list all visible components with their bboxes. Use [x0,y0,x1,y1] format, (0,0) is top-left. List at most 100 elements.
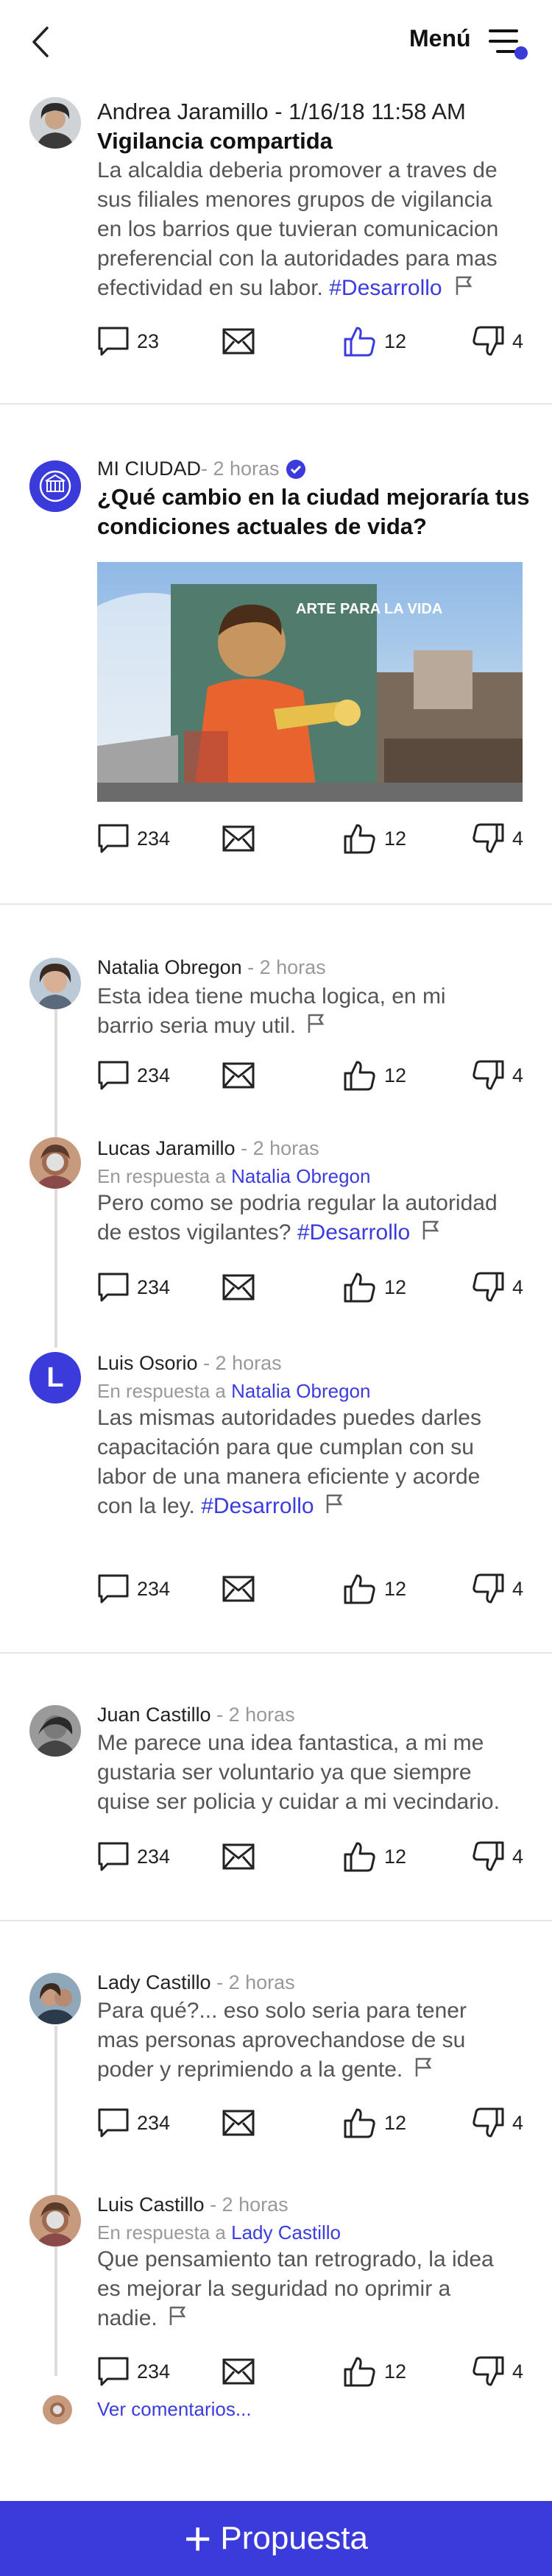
flag-icon[interactable] [325,1492,345,1515]
body-line: preferencial con la autoridades para mas [97,246,498,271]
dislike-count: 4 [512,2111,524,2134]
menu-label[interactable]: Menú [409,25,471,52]
envelope-icon [222,1274,255,1301]
mi-ciudad-avatar[interactable] [29,460,81,512]
avatar[interactable] [29,97,81,149]
message-button[interactable] [222,1058,262,1093]
avatar-initial[interactable]: L [29,1352,81,1403]
comment-button[interactable]: 234 [97,2354,170,2389]
reply-to-line: En respuesta a Natalia Obregon [97,1380,370,1403]
avatar[interactable] [29,958,81,1009]
comment-actions: 234 12 4 [97,1839,524,1874]
hashtag-link[interactable]: #Desarrollo [201,1494,314,1518]
comment-button[interactable]: 234 [97,821,170,856]
dislike-button[interactable]: 4 [471,821,523,856]
like-button[interactable]: 12 [343,1270,406,1305]
like-button[interactable]: 12 [343,1058,406,1093]
back-arrow-icon[interactable] [29,25,52,59]
new-proposal-label: Propuesta [220,2520,368,2556]
comment-author[interactable]: Luis Osorio [97,1352,198,1374]
like-button[interactable]: 12 [343,2354,406,2389]
dislike-button[interactable]: 4 [471,1270,523,1305]
message-button[interactable] [222,1571,262,1607]
flag-icon[interactable] [168,2305,188,2327]
post-title[interactable]: Vigilancia compartida [97,127,333,156]
view-comments-link[interactable]: Ver comentarios... [97,2398,252,2421]
message-button[interactable] [222,821,262,856]
comment-button[interactable]: 234 [97,2105,170,2141]
message-button[interactable] [222,1270,262,1305]
comment-button[interactable]: 234 [97,1058,170,1093]
divider [0,1920,552,1921]
message-button[interactable] [222,2354,262,2389]
like-button[interactable]: 12 [343,821,406,856]
like-button[interactable]: 12 [343,2105,406,2141]
comment-count: 234 [137,1577,171,1600]
reply-prefix: En respuesta a [97,2221,232,2244]
post-actions: 234 12 4 [97,821,524,856]
reply-to-link[interactable]: Natalia Obregon [231,1165,370,1187]
dislike-count: 4 [512,1064,524,1086]
comment-actions: 234 12 4 [97,1058,524,1093]
dislike-button[interactable]: 4 [471,1571,523,1607]
message-button[interactable] [222,2105,262,2141]
message-button[interactable] [222,1839,262,1874]
comment-actions: 234 12 4 [97,2354,524,2389]
new-proposal-button[interactable]: + Propuesta [0,2501,552,2576]
dislike-button[interactable]: 4 [471,324,523,359]
menu-icon[interactable] [489,25,528,62]
hashtag-link[interactable]: #Desarrollo [329,276,442,300]
post-author-line[interactable]: Andrea Jaramillo - 1/16/18 11:58 AM [97,99,466,125]
comment-button[interactable]: 234 [97,1270,170,1305]
like-button[interactable]: 12 [343,1839,406,1874]
avatar[interactable] [29,1705,81,1757]
hashtag-link[interactable]: #Desarrollo [297,1220,410,1245]
reply-to-line: En respuesta a Lady Castillo [97,2221,341,2244]
reply-to-link[interactable]: Natalia Obregon [231,1380,370,1402]
thumbs-down-icon [473,1060,504,1090]
comment-author[interactable]: Natalia Obregon [97,956,242,978]
comment-author[interactable]: Lucas Jaramillo [97,1137,236,1159]
body-line-last: de estos vigilantes? #Desarrollo [97,1218,524,1248]
dislike-button[interactable]: 4 [471,2105,523,2141]
small-avatar [43,2395,72,2424]
comment-button[interactable]: 23 [97,324,159,359]
like-button[interactable]: 12 [343,1571,406,1607]
flag-icon[interactable] [306,1012,327,1034]
flag-icon[interactable] [421,1219,442,1241]
message-button[interactable] [222,324,262,359]
comment-button[interactable]: 234 [97,1839,170,1874]
post-time: - 2 horas [201,458,280,480]
avatar[interactable] [29,1137,81,1189]
comment-count: 234 [137,1845,171,1868]
dislike-count: 4 [512,1275,524,1298]
dislike-button[interactable]: 4 [471,1058,523,1093]
flag-icon[interactable] [414,2056,434,2078]
body-line: Las mismas autoridades puedes darles [97,1406,481,1430]
comment-author[interactable]: Lady Castillo [97,1971,211,1993]
comment-body: Para qué?... eso solo seria para tener m… [97,1996,524,2085]
avatar[interactable] [29,1973,81,2024]
comment-author[interactable]: Juan Castillo [97,1704,211,1726]
comment-author[interactable]: Luis Castillo [97,2193,205,2216]
comment-body: Pero como se podria regular la autoridad… [97,1189,524,1248]
comment-actions: 234 12 4 [97,2105,524,2141]
post-image[interactable]: ARTE PARA LA VIDA [97,562,523,802]
divider [0,403,552,405]
reply-to-link[interactable]: Lady Castillo [231,2221,341,2244]
comment-body: Me parece una idea fantastica, a mi me g… [97,1729,524,1817]
flag-icon[interactable] [454,274,475,296]
comment-time: - 2 horas [210,1704,295,1726]
like-count: 12 [384,1275,407,1298]
comment-button[interactable]: 234 [97,1571,170,1607]
dislike-button[interactable]: 4 [471,2354,523,2389]
mural-text: ARTE PARA LA VIDA [296,601,442,617]
comment-header: Luis Castillo - 2 horas [97,2193,289,2216]
like-button[interactable]: 12 [343,324,406,359]
dislike-button[interactable]: 4 [471,1839,523,1874]
post-author[interactable]: MI CIUDAD [97,458,201,480]
reply-prefix: En respuesta a [97,1380,232,1402]
post-actions: 23 12 4 [97,324,524,359]
post-question[interactable]: ¿Qué cambio en la ciudad mejoraría tus c… [97,483,539,541]
avatar[interactable] [29,2195,81,2246]
